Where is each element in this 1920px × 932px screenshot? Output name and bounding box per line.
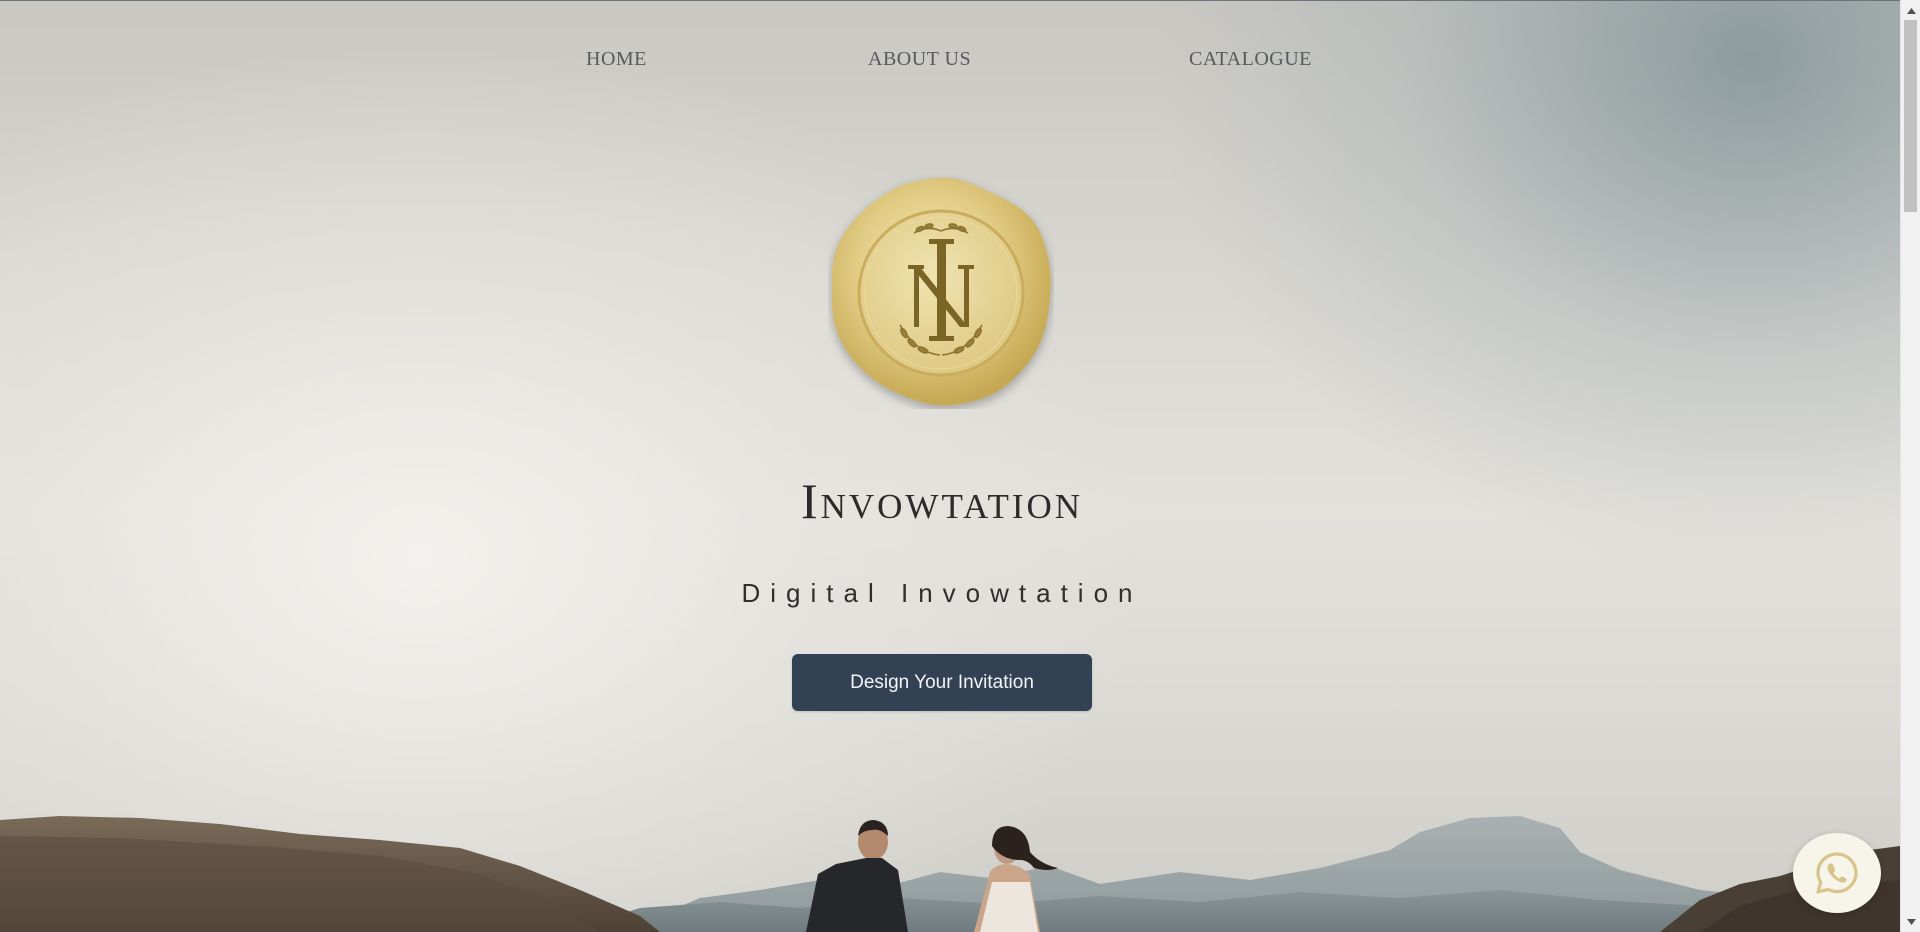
brand-title: Invowtation bbox=[800, 473, 1084, 529]
nav-catalogue-link[interactable]: CATALOGUE bbox=[1189, 48, 1312, 71]
scroll-up-icon[interactable] bbox=[1901, 2, 1920, 19]
main-nav: HOME ABOUT US CATALOGUE bbox=[0, 48, 1900, 74]
wax-seal-icon bbox=[831, 177, 1051, 406]
page-scrollbar[interactable] bbox=[1900, 0, 1920, 932]
top-border bbox=[0, 0, 1900, 1]
nav-about-link[interactable]: ABOUT US bbox=[868, 48, 971, 71]
scroll-thumb[interactable] bbox=[1904, 20, 1917, 212]
scroll-down-icon[interactable] bbox=[1901, 913, 1920, 930]
page-background: HOME ABOUT US CATALOGUE Invowtation Digi… bbox=[0, 0, 1900, 932]
wax-seal-logo bbox=[828, 175, 1054, 409]
hero-landscape-image bbox=[0, 816, 1900, 932]
design-invitation-button[interactable]: Design Your Invitation bbox=[792, 654, 1092, 711]
brand-subtitle: Digital Invowtation bbox=[741, 578, 1143, 608]
whatsapp-button[interactable] bbox=[1793, 833, 1881, 913]
nav-home-link[interactable]: HOME bbox=[586, 48, 647, 71]
whatsapp-icon bbox=[1816, 852, 1858, 894]
